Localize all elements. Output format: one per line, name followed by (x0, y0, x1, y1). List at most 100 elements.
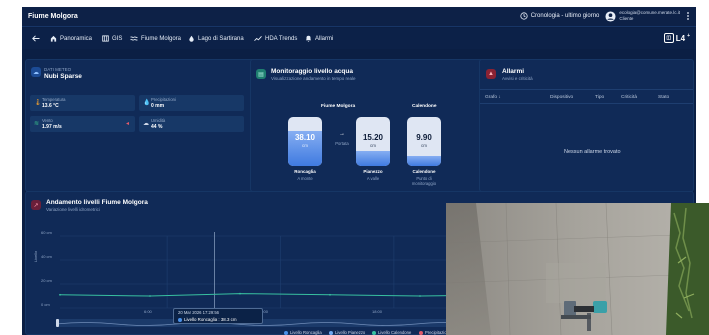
meteo-tile-wind: ≋ Vento 1.97 m/s ◂ (30, 116, 135, 132)
column-header[interactable]: Criticità (621, 95, 637, 100)
kebab-menu-icon[interactable] (686, 11, 690, 21)
data-point (59, 293, 61, 296)
tile-label: Temperatura (42, 97, 66, 102)
column-header[interactable]: Tipo (595, 95, 604, 100)
logo-text: L4 (675, 33, 686, 43)
range-preview (56, 322, 471, 326)
empty-state: Nessun allarme trovato (564, 149, 621, 155)
gauge-roncaglia[interactable]: 38.10 cm (288, 117, 322, 166)
chart-tooltip: 20 Mar 2026 17:29:56 Livello Roncaglia :… (173, 308, 263, 324)
tooltip-row: Livello Roncaglia : 38.3 cm (178, 317, 236, 322)
tile-label: Vento (42, 118, 53, 123)
flow-arrow-icon: → (339, 131, 345, 137)
water-level-card: ▤ Monitoraggio livello acqua Visualizzaz… (250, 59, 498, 192)
meteo-condition: Nubi Sparse (44, 73, 82, 80)
column-header[interactable]: Dispositivo (550, 95, 573, 100)
meteo-tile-humidity: ☁ Umidità 44 % (139, 116, 244, 132)
station-position: A monte (297, 176, 313, 181)
top-right-area: Cronologia - ultimo giorno ecologia@comu… (520, 10, 690, 22)
nav-item-allarmi[interactable]: Allarmi (305, 35, 333, 42)
trend-icon (254, 36, 262, 41)
gauge-unit: cm (370, 143, 376, 148)
meteo-tile-precipitation: 💧 Precipitazioni 0 mm (139, 95, 244, 111)
gauge-fill (407, 156, 441, 166)
data-point (419, 295, 421, 297)
tooltip-dot-icon (178, 317, 182, 322)
meteo-card: ☁ DATI METEO Nubi Sparse 🌡 Temperatura 1… (25, 59, 268, 192)
legend-item[interactable]: Livello Roncaglia (284, 330, 322, 335)
nav-item-gis[interactable]: GIS (102, 35, 122, 42)
brand-logo: ◫ L4 + (663, 33, 690, 43)
rain-icon: 💧 (143, 100, 151, 106)
tooltip-date: 20 Mar 2026 17:29:56 (178, 310, 219, 315)
meteo-label: DATI METEO (44, 67, 72, 72)
clock-icon (520, 12, 528, 20)
tile-label: Precipitazioni (151, 97, 176, 102)
data-point (239, 292, 241, 295)
cloud-icon: ☁ (31, 67, 41, 77)
nav-item-hda-trends[interactable]: HDA Trends (254, 35, 297, 42)
warning-icon: ▲ (486, 69, 496, 79)
tile-label: Umidità (151, 118, 166, 123)
bell-icon (305, 35, 312, 42)
group-label-right: Calendone (412, 104, 437, 109)
group-label-left: Fiume Molgora (321, 104, 356, 109)
app-title: Fiume Molgora (28, 13, 78, 20)
tile-value: 0 mm (151, 103, 165, 109)
logo-sup-icon: + (687, 33, 690, 39)
nav-label: Allarmi (315, 35, 334, 42)
lake-icon (189, 35, 194, 42)
gauge-unit: cm (302, 143, 308, 148)
tile-value: 13.6 °C (42, 103, 59, 109)
legend-dot-icon (329, 330, 333, 335)
gauge-pianezzo[interactable]: 15.20 cm (356, 117, 390, 166)
gauge-value: 9.90 (416, 133, 432, 142)
top-bar: Fiume Molgora Cronologia - ultimo giorno… (22, 7, 696, 27)
data-point (329, 293, 331, 296)
nav-item-lago-sartirana[interactable]: Lago di Sartirana (188, 35, 244, 42)
column-header[interactable]: Grafo ↓ (485, 95, 501, 100)
back-arrow-icon[interactable] (32, 35, 40, 42)
column-header[interactable]: Stato (658, 95, 669, 100)
thermometer-icon: 🌡 (34, 100, 42, 106)
nav-label: Lago di Sartirana (198, 35, 244, 42)
meteo-tile-temperature: 🌡 Temperatura 13.6 °C (30, 95, 135, 111)
legend-label: Livello Calendone (378, 330, 412, 335)
history-button[interactable]: Cronologia - ultimo giorno (520, 12, 600, 20)
data-point (149, 295, 151, 297)
legend-item[interactable]: Livello Pianezzo (329, 330, 365, 335)
nav-item-panoramica[interactable]: Panoramica (50, 35, 92, 42)
humidity-icon: ☁ (143, 121, 149, 127)
range-slider[interactable] (56, 319, 471, 327)
photo-image (446, 203, 709, 335)
river-icon (130, 36, 138, 41)
nav-item-fiume-molgora[interactable]: Fiume Molgora (130, 35, 181, 42)
alarms-title: Allarmi (502, 68, 525, 75)
history-label: Cronologia - ultimo giorno (530, 13, 600, 19)
divider (480, 89, 693, 90)
gauge-calendone[interactable]: 9.90 cm (407, 117, 441, 166)
nav-bar: Panoramica GIS Fiume Molgora Lago di Sar… (22, 28, 696, 49)
river-wall-photo (446, 203, 709, 335)
nav-label: Panoramica (60, 35, 93, 42)
tooltip-value: Livello Roncaglia : 38.3 cm (184, 317, 237, 322)
user-role: Cliente (619, 16, 634, 21)
gauge-unit: cm (421, 143, 427, 148)
range-handle-left[interactable] (56, 319, 59, 327)
user-info: ecologia@comune.merate.lc.it Cliente (619, 10, 680, 22)
wind-icon: ≋ (34, 121, 40, 127)
logo-mark-icon: ◫ (663, 33, 674, 43)
legend-dot-icon (372, 330, 376, 335)
legend-dot-icon (419, 330, 423, 335)
home-icon (50, 35, 57, 42)
wind-direction-icon: ◂ (125, 121, 129, 127)
alarms-subtitle: Avvisi e criticità (502, 76, 533, 81)
legend-item[interactable]: Livello Calendone (372, 330, 411, 335)
station-position: A valle (366, 176, 380, 181)
alarms-card: ▲ Allarmi Avvisi e criticità Grafo ↓ Dis… (479, 59, 694, 192)
divider (480, 103, 693, 104)
user-menu[interactable]: ecologia@comune.merate.lc.it Cliente (605, 10, 680, 22)
gis-icon (102, 35, 109, 42)
water-gauge-icon: ▤ (256, 69, 266, 79)
station-position: Punto di monitoraggio (411, 176, 437, 186)
